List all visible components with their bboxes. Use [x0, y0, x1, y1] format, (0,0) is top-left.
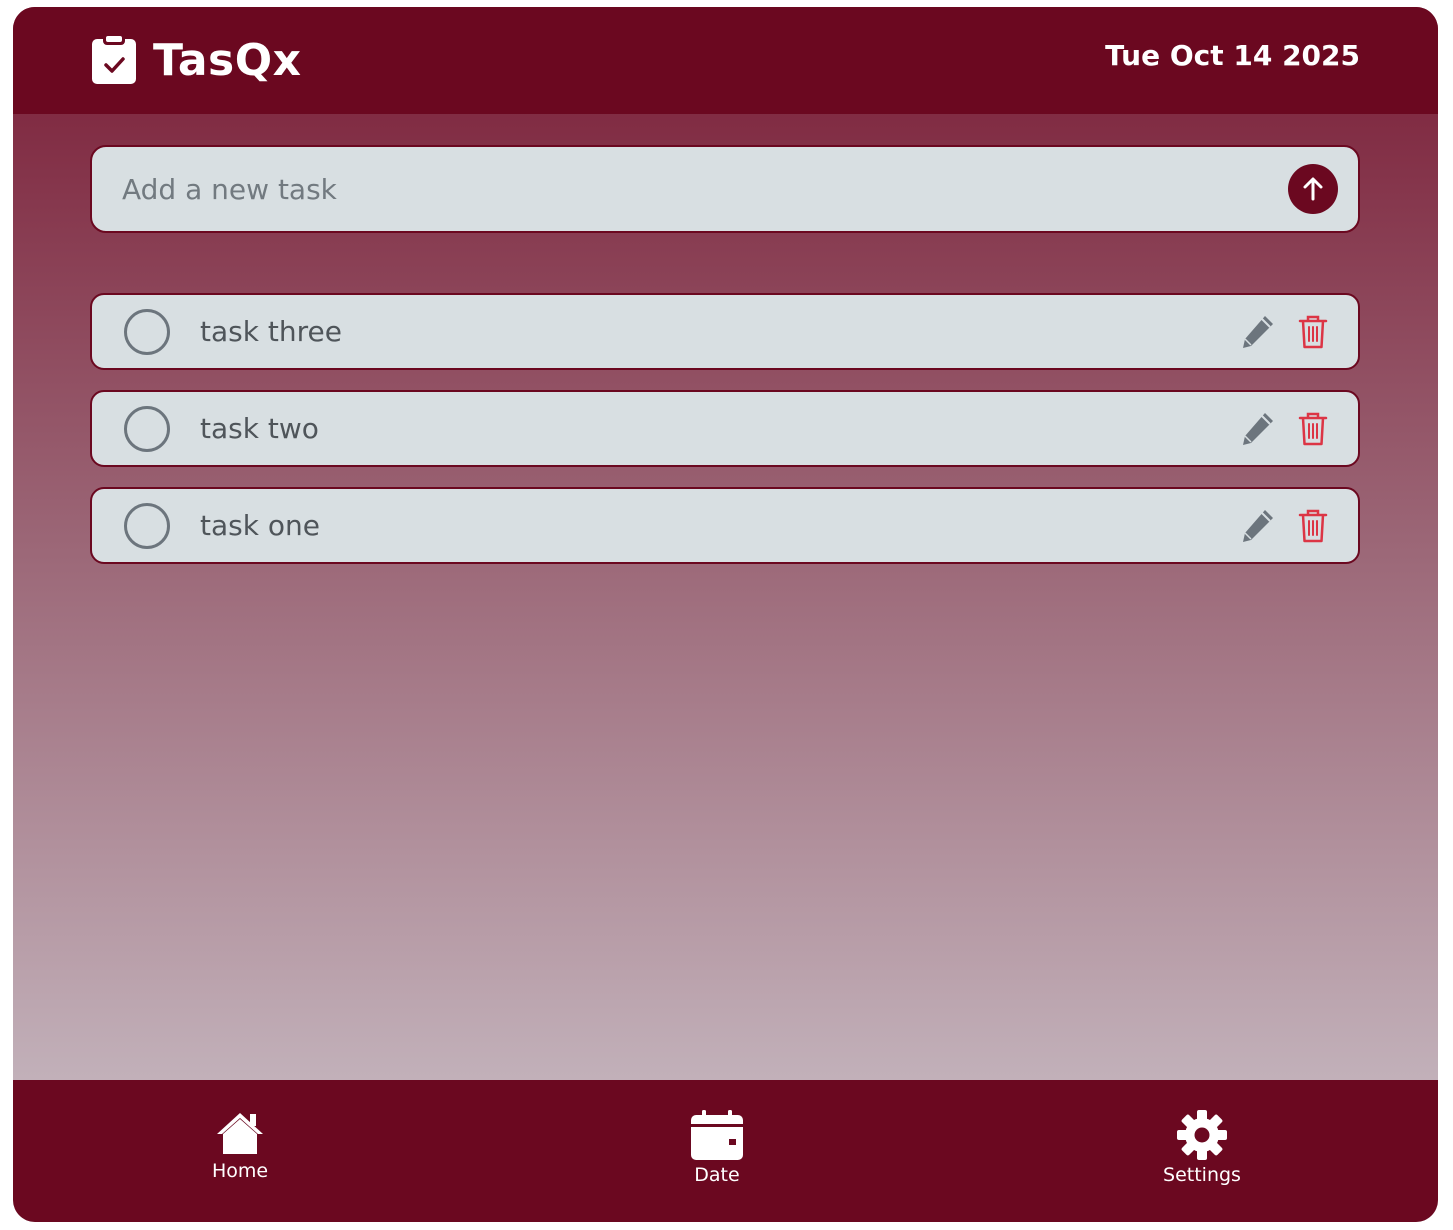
edit-task-button[interactable]	[1238, 410, 1276, 448]
task-complete-checkbox[interactable]	[124, 405, 170, 452]
bottom-nav: Home Date Settings	[13, 1080, 1438, 1222]
app-title: TasQx	[153, 35, 302, 86]
arrow-up-icon	[1303, 177, 1323, 201]
task-actions	[1238, 410, 1332, 448]
nav-label: Date	[694, 1164, 740, 1186]
nav-settings[interactable]: Settings	[1122, 1110, 1282, 1186]
nav-date[interactable]: Date	[637, 1110, 797, 1186]
task-label: task one	[200, 509, 320, 542]
delete-task-button[interactable]	[1294, 313, 1332, 351]
delete-task-button[interactable]	[1294, 507, 1332, 545]
task-item: task two	[90, 390, 1360, 467]
task-item: task three	[90, 293, 1360, 370]
pencil-icon	[1243, 509, 1273, 542]
add-task-input[interactable]	[92, 146, 1288, 232]
pencil-icon	[1243, 315, 1273, 348]
task-actions	[1238, 507, 1332, 545]
task-complete-checkbox[interactable]	[124, 502, 170, 549]
current-date: Tue Oct 14 2025	[1105, 39, 1360, 72]
edit-task-button[interactable]	[1238, 507, 1276, 545]
clipboard-check-icon	[92, 32, 136, 84]
task-complete-checkbox[interactable]	[124, 308, 170, 355]
pencil-icon	[1243, 412, 1273, 445]
submit-task-button[interactable]	[1288, 164, 1338, 214]
app-header: TasQx Tue Oct 14 2025	[13, 7, 1438, 114]
nav-home[interactable]: Home	[160, 1110, 320, 1182]
calendar-icon	[691, 1110, 743, 1160]
task-item: task one	[90, 487, 1360, 564]
trash-icon	[1298, 315, 1328, 348]
home-icon	[217, 1113, 263, 1154]
task-label: task two	[200, 412, 319, 445]
nav-label: Home	[211, 1160, 269, 1182]
task-actions	[1238, 313, 1332, 351]
nav-label: Settings	[1163, 1164, 1241, 1186]
edit-task-button[interactable]	[1238, 313, 1276, 351]
brand: TasQx	[91, 32, 302, 86]
trash-icon	[1298, 509, 1328, 542]
task-label: task three	[200, 315, 342, 348]
gear-icon	[1177, 1110, 1227, 1160]
trash-icon	[1298, 412, 1328, 445]
app-window: TasQx Tue Oct 14 2025 task three	[13, 7, 1438, 1222]
task-list: task three task two task one	[90, 293, 1360, 584]
delete-task-button[interactable]	[1294, 410, 1332, 448]
add-task-bar	[90, 145, 1360, 233]
